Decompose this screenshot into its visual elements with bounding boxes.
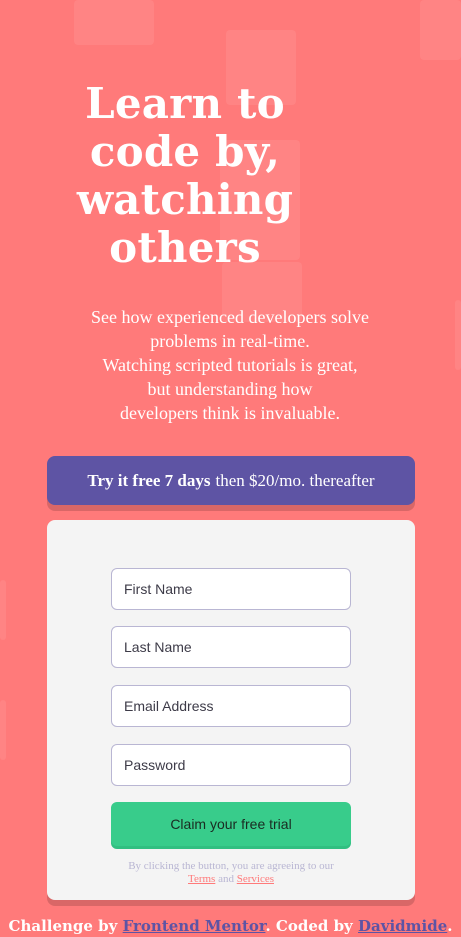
promo-rest-text: then $20/mo. thereafter <box>215 470 375 490</box>
terms-notice: By clicking the button, you are agreeing… <box>47 860 415 886</box>
terms-link[interactable]: Terms <box>188 873 215 885</box>
last-name-input[interactable] <box>111 626 351 668</box>
hero-title: Learn to code by, watching others <box>60 80 310 272</box>
email-input[interactable] <box>111 685 351 727</box>
hero-text-line: Watching scripted tutorials is great, <box>102 355 358 375</box>
footer-prefix-text: Challenge by <box>8 917 118 935</box>
attribution-footer: Challenge by Frontend Mentor. Coded by D… <box>0 916 461 937</box>
terms-prefix-text: By clicking the button, you are agreeing… <box>128 860 334 872</box>
terms-and-text: and <box>218 873 234 885</box>
bg-shape <box>455 300 461 370</box>
footer-middle-text: . Coded by <box>265 917 353 935</box>
promo-bold-text: Try it free 7 days <box>87 470 211 490</box>
frontend-mentor-link[interactable]: Frontend Mentor <box>123 917 266 935</box>
hero-text-line: problems in real-time. <box>150 331 310 351</box>
first-name-input[interactable] <box>111 568 351 610</box>
signup-form: Claim your free trial By clicking the bu… <box>47 520 415 900</box>
trial-promo-banner: Try it free 7 days then $20/mo. thereaft… <box>47 456 415 505</box>
author-link[interactable]: Davidmide <box>358 917 447 935</box>
hero-text-line: but understanding how <box>147 379 313 399</box>
hero-title-line: Learn to <box>85 79 285 128</box>
claim-trial-button[interactable]: Claim your free trial <box>111 802 351 846</box>
terms-links-line: Terms and Services <box>47 873 415 886</box>
hero-title-line: others <box>109 223 261 272</box>
hero-title-line: watching <box>76 175 294 224</box>
bg-shape <box>0 700 6 760</box>
services-link[interactable]: Services <box>237 873 274 885</box>
bg-shape <box>74 0 154 45</box>
bg-shape <box>0 580 6 640</box>
hero-title-line: code by, <box>89 127 281 176</box>
footer-suffix-text: . <box>447 917 453 935</box>
hero-text-line: See how experienced developers solve <box>91 307 369 327</box>
bg-shape <box>420 0 461 60</box>
hero-description: See how experienced developers solve pro… <box>60 305 400 425</box>
password-input[interactable] <box>111 744 351 786</box>
hero-text-line: developers think is invaluable. <box>120 403 340 423</box>
